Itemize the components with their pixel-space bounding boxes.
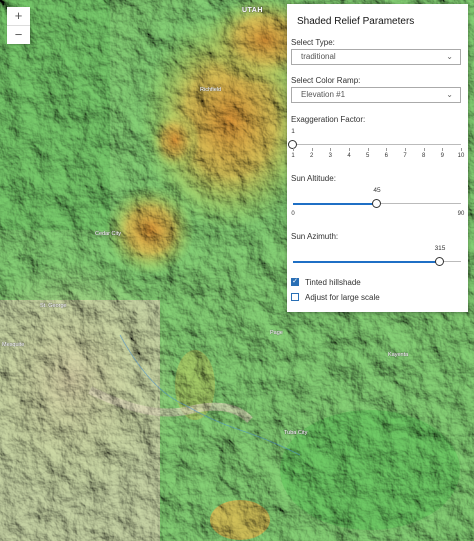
slider-tick [442, 148, 444, 151]
map-label: Richfield [200, 87, 222, 93]
tinted-hillshade-checkbox[interactable]: ✓ Tinted hillshade [291, 276, 361, 288]
slider-tick [461, 148, 462, 151]
slider-min-label: 0 [291, 211, 295, 217]
slider-tick-label: 1 [291, 153, 295, 159]
zoom-out-button[interactable]: − [7, 25, 30, 44]
checkbox-checked-icon[interactable]: ✓ [291, 278, 299, 286]
color-ramp-label: Select Color Ramp: [291, 76, 361, 85]
slider-tick-label: 10 [457, 153, 465, 159]
slider-tick [386, 148, 388, 151]
slider-fill [293, 202, 377, 205]
shaded-relief-panel: Shaded Relief Parameters Select Type: tr… [287, 4, 468, 312]
sun-altitude-label: Sun Altitude: [291, 174, 336, 183]
panel-title: Shaded Relief Parameters [297, 16, 415, 27]
slider-tick-label: 4 [347, 153, 351, 159]
map-label: Tuba City [284, 430, 308, 436]
map-label: St. George [40, 303, 67, 309]
slider-tick-label: 8 [421, 153, 426, 159]
zoom-in-button[interactable]: + [7, 7, 30, 25]
chevron-down-icon: ⌄ [446, 52, 453, 61]
map-label: UTAH [242, 7, 263, 14]
map-label: Page [270, 330, 283, 336]
slider-tick [367, 148, 369, 151]
slider-thumb[interactable] [435, 256, 444, 266]
sun-azimuth-label: Sun Azimuth: [291, 232, 339, 241]
zoom-control: + − [7, 7, 30, 44]
slider-tick-label: 6 [384, 153, 388, 159]
large-scale-checkbox[interactable]: Adjust for large scale [291, 291, 380, 303]
slider-tick [330, 148, 332, 151]
slider-fill [293, 260, 440, 263]
type-select-value: traditional [301, 52, 336, 61]
slider-max-label: 90 [457, 211, 465, 217]
color-ramp-select[interactable]: Elevation #1 ⌄ [291, 87, 461, 103]
map-label: Mesquite [2, 342, 25, 348]
map-label: Kayenta [388, 352, 409, 358]
slider-tick-label: 9 [440, 153, 444, 159]
slider-tick-label: 7 [403, 153, 407, 159]
slider-value: 315 [434, 245, 446, 252]
slider-tick-label: 2 [309, 153, 314, 159]
slider-value: 45 [373, 187, 381, 194]
chevron-down-icon: ⌄ [446, 90, 453, 99]
map-label: Cedar City [95, 231, 121, 237]
slider-thumb[interactable] [372, 198, 381, 208]
type-select[interactable]: traditional ⌄ [291, 49, 461, 65]
slider-tick-label: 3 [328, 153, 332, 159]
slider-tick [405, 148, 406, 151]
color-ramp-value: Elevation #1 [301, 90, 346, 99]
slider-tick-label: 5 [365, 153, 370, 159]
slider-tick [423, 148, 425, 151]
exaggeration-label: Exaggeration Factor: [291, 115, 366, 124]
checkbox-unchecked-icon[interactable] [291, 293, 299, 301]
type-label: Select Type: [291, 38, 335, 47]
slider-value: 1 [291, 128, 295, 135]
slider-tick [311, 148, 313, 151]
slider-tick [293, 148, 294, 151]
slider-track [293, 144, 461, 145]
tinted-hillshade-label: Tinted hillshade [305, 277, 361, 287]
large-scale-label: Adjust for large scale [305, 292, 380, 302]
slider-tick [349, 148, 350, 151]
